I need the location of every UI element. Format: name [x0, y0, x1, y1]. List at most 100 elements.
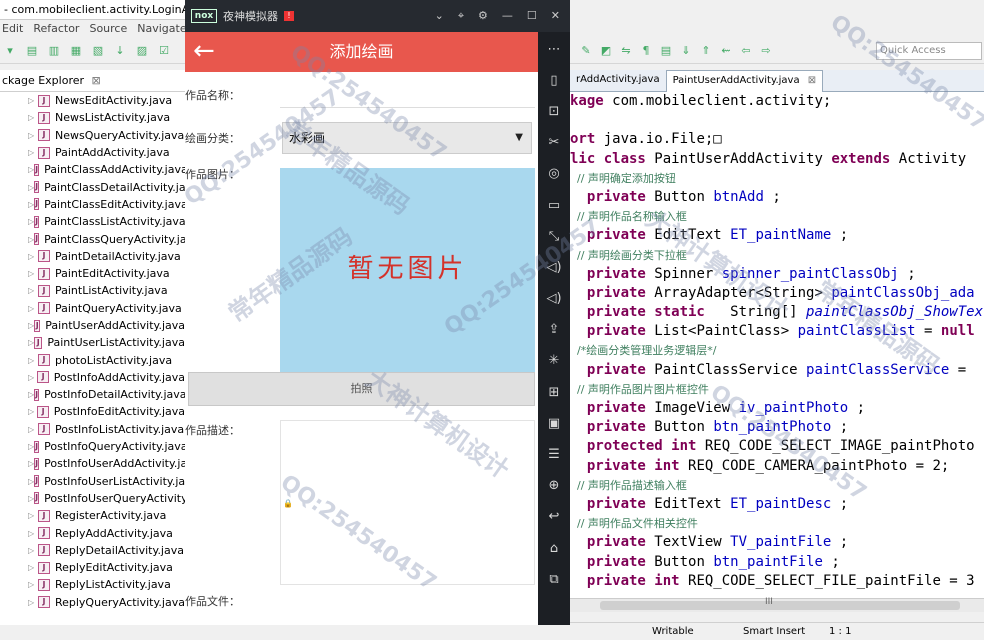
list-item[interactable]: ▷ J PaintEditActivity.java: [0, 265, 185, 282]
list-item[interactable]: ▷ J PaintClassListActivity.java: [0, 213, 185, 230]
search-icon[interactable]: ✎: [578, 43, 594, 59]
nox-tool-icon[interactable]: ☰: [544, 445, 564, 465]
list-item[interactable]: ▷ J PaintAddActivity.java: [0, 144, 185, 161]
list-item[interactable]: ▷ J PaintClassAddActivity.java: [0, 161, 185, 178]
list-item[interactable]: ▷ J PostInfoAddActivity.java: [0, 369, 185, 386]
nox-tool-icon[interactable]: ▯: [544, 71, 564, 91]
list-item[interactable]: ▷ J PaintClassDetailActivity.java: [0, 178, 185, 195]
last-edit-icon[interactable]: ⇜: [718, 43, 734, 59]
list-item[interactable]: ▷ J ReplyListActivity.java: [0, 576, 185, 593]
horizontal-scrollbar[interactable]: III: [570, 597, 984, 612]
list-item[interactable]: ▷ J PaintClassQueryActivity.java: [0, 230, 185, 247]
save-icon[interactable]: ▥: [46, 43, 62, 59]
menu-edit[interactable]: Edit: [2, 22, 23, 36]
paint-photo-imageview[interactable]: 暂无图片: [280, 168, 535, 373]
dropdown-icon[interactable]: ⌄: [435, 9, 444, 23]
list-item[interactable]: ▷ J PostInfoUserListActivity.java: [0, 473, 185, 490]
expand-arrow-icon[interactable]: ▷: [28, 286, 38, 295]
pin-icon[interactable]: ⌖: [458, 9, 464, 23]
list-item[interactable]: ▷ J PaintQueryActivity.java: [0, 300, 185, 317]
nox-tool-icon[interactable]: ✳: [544, 351, 564, 371]
list-item[interactable]: ▷ J ReplyQueryActivity.java: [0, 594, 185, 611]
expand-arrow-icon[interactable]: ▷: [28, 529, 38, 538]
list-item[interactable]: ▷ J PostInfoListActivity.java: [0, 421, 185, 438]
expand-arrow-icon[interactable]: ▷: [28, 511, 38, 520]
check-icon[interactable]: ☑: [156, 43, 172, 59]
list-item[interactable]: ▷ JphotoListActivity.java: [0, 351, 185, 368]
nox-alert-badge[interactable]: !: [284, 11, 294, 21]
code-editor[interactable]: kage com.mobileclient.activity; ort java.…: [570, 92, 984, 598]
expand-arrow-icon[interactable]: ▷: [28, 563, 38, 572]
nox-tool-icon[interactable]: ✂: [544, 133, 564, 153]
nox-tool-icon[interactable]: ⇪: [544, 320, 564, 340]
paint-desc-input[interactable]: 🔒: [280, 420, 535, 585]
menu-refactor[interactable]: Refactor: [33, 22, 79, 36]
print-icon[interactable]: ▦: [68, 43, 84, 59]
expand-arrow-icon[interactable]: ▷: [28, 252, 38, 261]
nox-tool-icon[interactable]: ↩: [544, 507, 564, 527]
run-icon[interactable]: ▨: [134, 43, 150, 59]
expand-arrow-icon[interactable]: ▷: [28, 425, 38, 434]
list-item[interactable]: ▷ J PaintDetailActivity.java: [0, 248, 185, 265]
close-icon[interactable]: ✕: [551, 9, 560, 23]
new-icon[interactable]: ▾: [2, 43, 18, 59]
expand-arrow-icon[interactable]: ▷: [28, 96, 38, 105]
expand-arrow-icon[interactable]: ▷: [28, 598, 38, 607]
import-icon[interactable]: ↓: [112, 43, 128, 59]
nox-tool-icon[interactable]: ◎: [544, 164, 564, 184]
expand-arrow-icon[interactable]: ▷: [28, 546, 38, 555]
nox-tool-icon[interactable]: ▭: [544, 196, 564, 216]
expand-arrow-icon[interactable]: ▷: [28, 269, 38, 278]
close-icon[interactable]: ⊠: [808, 75, 816, 86]
menu-navigate[interactable]: Navigate: [137, 22, 186, 36]
tab-paint-user-add-activity[interactable]: PaintUserAddActivity.java ⊠: [665, 70, 824, 92]
scrollbar-thumb[interactable]: [600, 601, 960, 610]
list-item[interactable]: ▷ J NewsQueryActivity.java: [0, 127, 185, 144]
expand-arrow-icon[interactable]: ▷: [28, 131, 38, 140]
take-photo-button[interactable]: 拍照: [188, 372, 535, 406]
paint-class-spinner[interactable]: 水彩画 ▼: [282, 122, 532, 154]
expand-arrow-icon[interactable]: ▷: [28, 356, 38, 365]
nox-tool-icon[interactable]: ⋯: [544, 40, 564, 60]
nox-tool-icon[interactable]: ⊡: [544, 102, 564, 122]
list-item[interactable]: ▷ J NewsListActivity.java: [0, 109, 185, 126]
back-icon[interactable]: ⇦: [738, 43, 754, 59]
list-item[interactable]: ▷ J PostInfoQueryActivity.java: [0, 438, 185, 455]
paint-name-input[interactable]: [280, 80, 535, 108]
tab-add-activity[interactable]: rAddActivity.java: [570, 70, 666, 92]
expand-arrow-icon[interactable]: ▷: [28, 373, 37, 382]
nox-tool-icon[interactable]: ⊕: [544, 476, 564, 496]
expand-arrow-icon[interactable]: ▷: [28, 407, 37, 416]
list-item[interactable]: ▷ J NewsEditActivity.java: [0, 92, 185, 109]
quick-access-input[interactable]: Quick Access: [876, 42, 982, 60]
list-item[interactable]: ▷ J PostInfoDetailActivity.java: [0, 386, 185, 403]
close-icon[interactable]: ⊠: [92, 74, 101, 87]
list-item[interactable]: ▷JPostInfoUserQueryActivity.java: [0, 490, 185, 507]
list-item[interactable]: ▷ J ReplyEditActivity.java: [0, 559, 185, 576]
list-item[interactable]: ▷ J ReplyDetailActivity.java: [0, 542, 185, 559]
settings-icon[interactable]: ⚙: [478, 9, 488, 23]
list-item[interactable]: ▷ J PostInfoEditActivity.java: [0, 403, 185, 420]
nox-tool-icon[interactable]: ⤡: [544, 227, 564, 247]
list-item[interactable]: ▷ J PaintListActivity.java: [0, 282, 185, 299]
expand-arrow-icon[interactable]: ▷: [28, 580, 38, 589]
next-annotation-icon[interactable]: ⇓: [678, 43, 694, 59]
nox-tool-icon[interactable]: ◁): [544, 258, 564, 278]
forward-icon[interactable]: ⇨: [758, 43, 774, 59]
nox-tool-icon[interactable]: ⧉: [544, 570, 564, 590]
open-icon[interactable]: ▤: [24, 43, 40, 59]
block-icon[interactable]: ▤: [658, 43, 674, 59]
list-item[interactable]: ▷ J PostInfoUserAddActivity.java: [0, 455, 185, 472]
list-item[interactable]: ▷ J PaintUserListActivity.java: [0, 334, 185, 351]
minimize-icon[interactable]: —: [502, 9, 513, 23]
maximize-icon[interactable]: ☐: [527, 9, 537, 23]
nox-tool-icon[interactable]: ▣: [544, 414, 564, 434]
nox-tool-icon[interactable]: ◁): [544, 289, 564, 309]
expand-arrow-icon[interactable]: ▷: [28, 304, 38, 313]
list-item[interactable]: ▷ J ReplyAddActivity.java: [0, 524, 185, 541]
menu-source[interactable]: Source: [89, 22, 127, 36]
expand-arrow-icon[interactable]: ▷: [28, 113, 38, 122]
list-item[interactable]: ▷ J PaintClassEditActivity.java: [0, 196, 185, 213]
toggle-icon[interactable]: ⇋: [618, 43, 634, 59]
list-item[interactable]: ▷ J PaintUserAddActivity.java: [0, 317, 185, 334]
